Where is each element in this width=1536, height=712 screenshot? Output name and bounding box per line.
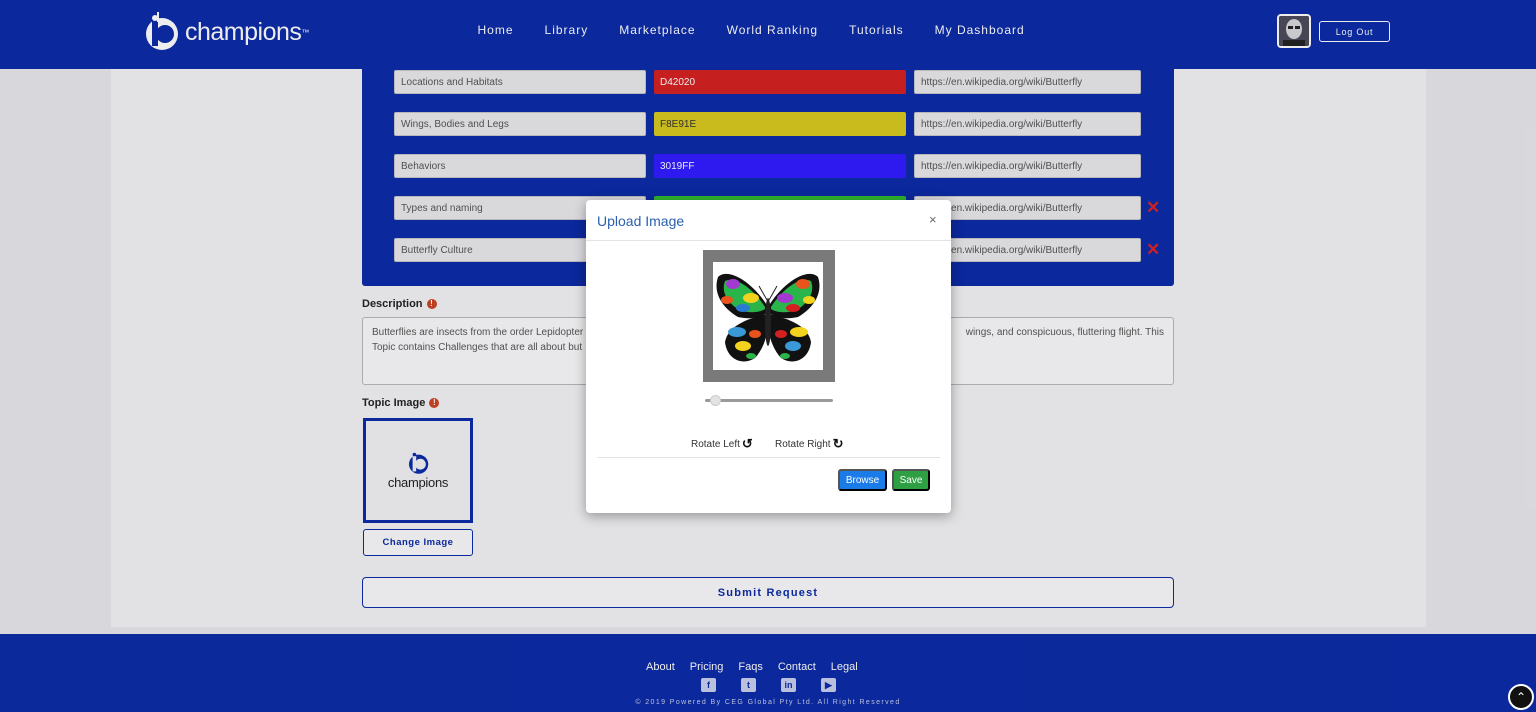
browse-button[interactable]: Browse — [838, 469, 887, 491]
upload-image-modal: Upload Image × Rotate Left ↺ Rotate Righ… — [586, 200, 951, 513]
image-crop-area[interactable] — [703, 250, 835, 382]
rotate-left-icon: ↺ — [741, 436, 753, 451]
scroll-to-top-button[interactable]: ⌃ — [1508, 684, 1534, 710]
save-button[interactable]: Save — [892, 469, 930, 491]
modal-footer-divider — [597, 457, 940, 458]
zoom-slider-thumb[interactable] — [710, 395, 721, 406]
close-icon[interactable]: × — [929, 212, 937, 227]
rotate-left-label: Rotate Left — [691, 438, 740, 450]
rotate-left-button[interactable]: Rotate Left ↺ — [691, 436, 753, 452]
rotate-right-icon: ↻ — [832, 436, 844, 451]
rotate-right-label: Rotate Right — [775, 438, 831, 450]
modal-title: Upload Image — [597, 213, 685, 229]
butterfly-image — [713, 262, 823, 370]
zoom-slider-track[interactable] — [705, 399, 833, 402]
rotate-right-button[interactable]: Rotate Right ↻ — [775, 436, 844, 452]
modal-divider — [586, 240, 951, 241]
